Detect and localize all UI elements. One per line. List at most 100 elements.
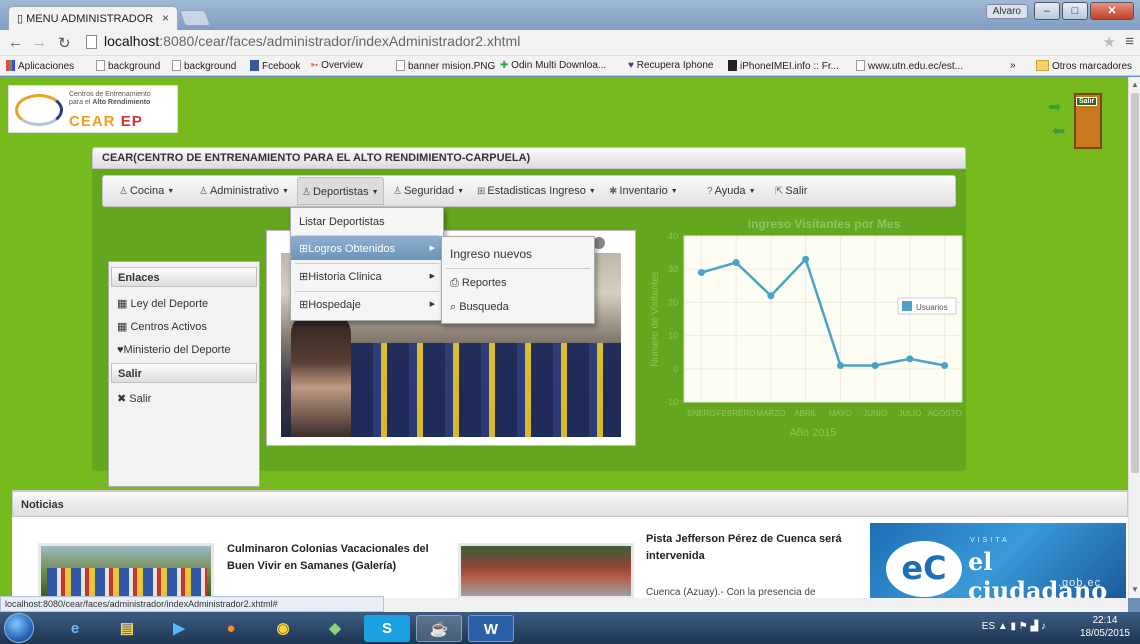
firefox-taskbar-icon[interactable]: ● [208,615,254,642]
link-centros-activos[interactable]: ▦ Centros Activos [117,320,207,333]
news-title-2[interactable]: Pista Jefferson Pérez de Cuenca será int… [646,531,856,565]
bookmark-apps[interactable]: Aplicaciones [6,60,74,72]
y-tick-label: 30 [668,264,678,274]
url-path: :8080/cear/faces/administrador/indexAdmi… [159,33,521,49]
exit-door-button[interactable]: ➡ Salir ⬅ [1046,91,1116,151]
x-tick-label: MAYO [829,409,852,418]
caret-down-icon: ▼ [167,188,175,195]
clock-date: 18/05/2015 [1079,628,1130,639]
arrow-right-icon: ➡ [1048,99,1062,116]
maximize-button[interactable]: □ [1062,2,1088,20]
address-bar[interactable]: localhost:8080/cear/faces/administrador/… [84,33,1104,53]
bookmark-item[interactable]: Fcebook [250,60,300,72]
page-icon [96,60,105,71]
new-tab-button[interactable] [179,10,211,26]
page-icon [172,60,181,71]
menu-item-listar-deportistas[interactable]: Listar Deportistas [291,210,443,234]
exit-icon: ⇱ [775,186,784,197]
kids-group [47,568,207,596]
bookmark-item[interactable]: background [172,60,236,72]
menu-item-hospedaje[interactable]: ⊞Hospedaje ▶ [291,292,443,316]
grid-icon: ⊞ [299,243,309,255]
forward-icon[interactable]: → [32,34,47,51]
salir-header: Salir [111,363,257,383]
grid-icon: ⊞ [299,299,309,311]
data-point [836,361,844,369]
language-indicator[interactable]: ES [982,621,995,632]
bookmark-item[interactable]: banner mision.PNG [396,60,495,72]
news-thumbnail-2[interactable] [458,543,634,598]
chart-icon: ⊞ [477,186,486,197]
x-axis-label: Año 2015 [789,427,836,439]
media-taskbar-icon[interactable]: ▶ [156,615,202,642]
clock[interactable]: 22:14 18/05/2015 [1080,614,1130,640]
profile-button[interactable]: Alvaro [985,3,1028,19]
logo-text: Centros de Entrenamiento para el Alto Re… [69,91,151,106]
link-ministerio-deporte[interactable]: ♥Ministerio del Deporte [117,344,231,356]
bookmark-item[interactable]: ♥ Recupera Iphone [628,60,713,71]
volume-icon[interactable]: ♪ [1041,621,1046,632]
start-button[interactable] [4,613,34,643]
bookmark-star-icon[interactable]: ★ [1103,33,1116,51]
logo-brand: CEAR EP [69,113,143,130]
menu-item-busqueda[interactable]: ⌕ Busqueda [442,295,594,319]
menu-item-historia-clinica[interactable]: ⊞Historia Clinica ▶ [291,264,443,288]
menu-salir[interactable]: ⇱ Salir [775,185,807,197]
menu-cocina[interactable]: ♙ Cocina ▼ [119,185,174,197]
back-icon[interactable]: ← [8,34,23,51]
browser-tab[interactable]: ▯ MENU ADMINISTRADOR × [8,6,178,30]
other-bookmarks[interactable]: Otros marcadores [1036,60,1132,72]
more-bookmarks-button[interactable]: » [1010,60,1016,71]
menu-estadisticas[interactable]: ⊞ Estadisticas Ingreso ▼ [477,185,596,197]
tab-title: MENU ADMINISTRADOR [26,13,154,25]
bookmark-item[interactable]: background [96,60,160,72]
news-header: Noticias [12,491,1128,517]
news-thumbnail-1[interactable] [38,543,214,598]
bookmark-item[interactable]: www.utn.edu.ec/est... [856,60,963,72]
menu-inventario[interactable]: ✱ Inventario ▼ [609,185,678,197]
browser-menu-icon[interactable]: ≡ [1125,33,1134,50]
minimize-button[interactable]: – [1034,2,1060,20]
arrow-left-icon: ⬅ [1052,123,1066,140]
menu-ayuda[interactable]: ? Ayuda ▼ [707,185,756,197]
link-ley-deporte[interactable]: ▦ Ley del Deporte [117,297,208,310]
menu-deportistas[interactable]: ♙ Deportistas ▼ [297,177,384,205]
network-icon[interactable]: ▮ [1011,621,1019,632]
explorer-taskbar-icon[interactable]: ▤ [104,615,150,642]
signal-icon[interactable]: ▟ [1031,621,1041,632]
menu-item-logros-obtenidos[interactable]: ⊞Logros Obtenidos ▶ [291,236,443,260]
news-title-1[interactable]: Culminaron Colonias Vacacionales del Bue… [227,541,457,575]
bookmark-item[interactable]: ✚ Odin Multi Downloa... [500,60,606,71]
reload-icon[interactable]: ↻ [58,34,71,52]
menu-administrativo[interactable]: ♙ Administrativo ▼ [199,185,289,197]
links-header: Enlaces [111,267,257,287]
chrome-taskbar-icon[interactable]: ◉ [260,615,306,642]
bookmark-item[interactable]: iPhoneIMEI.info :: Fr... [728,60,839,72]
submenu-arrow-icon: ▶ [429,301,435,308]
java-taskbar-icon[interactable]: ☕ [416,615,462,642]
print-icon: ⎙ [450,277,462,289]
bookmark-item[interactable]: ➳ Overview [310,60,363,71]
page-content: Centros de Entrenamiento para el Alto Re… [0,77,1128,598]
skype-taskbar-icon[interactable]: S [364,615,410,642]
vertical-scrollbar[interactable]: ▲ ▼ [1128,77,1140,598]
close-window-button[interactable]: ✕ [1090,2,1134,20]
ie-taskbar-icon[interactable]: e [52,615,98,642]
menu-item-reportes[interactable]: ⎙ Reportes [442,271,594,295]
legend-swatch [902,301,912,311]
tab-close-icon[interactable]: × [162,11,169,25]
menu-item-ingreso-nuevos[interactable]: Ingreso nuevos [442,241,594,265]
flag-icon[interactable]: ⚑ [1019,621,1031,632]
menu-seguridad[interactable]: ♙ Seguridad ▼ [393,185,464,197]
browser-navbar: ← → ↻ localhost:8080/cear/faces/administ… [0,30,1140,56]
horizontal-scrollbar[interactable] [384,598,1128,612]
scrollbar-thumb[interactable] [1131,93,1139,473]
el-ciudadano-banner[interactable]: eC VISITA el ciudadano .gob.ec [870,523,1126,598]
tray-expand-icon[interactable]: ▲ [998,621,1011,632]
app-taskbar-icon[interactable]: ◆ [312,615,358,642]
page-icon [856,60,865,71]
word-taskbar-icon[interactable]: W [468,615,514,642]
link-salir[interactable]: ✖ Salir [117,392,151,405]
facebook-icon [250,60,259,71]
recupera-icon: ♥ [628,60,637,71]
